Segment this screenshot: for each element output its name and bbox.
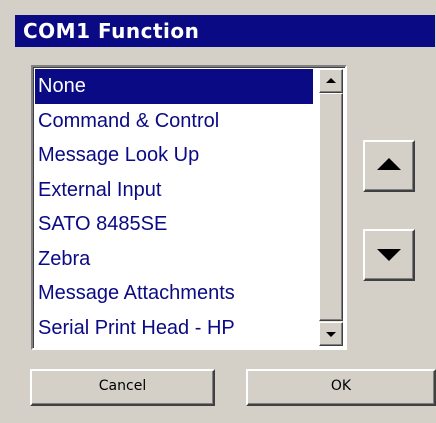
move-down-button[interactable] bbox=[363, 229, 415, 281]
list-item-zebra[interactable]: Zebra bbox=[35, 242, 313, 277]
ok-button[interactable]: OK bbox=[246, 369, 436, 406]
list-item-command-control[interactable]: Command & Control bbox=[35, 104, 313, 139]
triangle-down-icon bbox=[326, 332, 336, 337]
triangle-down-icon bbox=[377, 249, 401, 261]
scroll-thumb[interactable] bbox=[319, 93, 343, 321]
function-listbox[interactable]: None Command & Control Message Look Up E… bbox=[31, 65, 347, 350]
triangle-up-icon bbox=[377, 158, 401, 170]
dialog-title: COM1 Function bbox=[15, 15, 435, 47]
triangle-up-icon bbox=[326, 78, 336, 83]
scroll-up-button[interactable] bbox=[319, 69, 343, 93]
list-item-serial-print-head-hp[interactable]: Serial Print Head - HP bbox=[35, 311, 313, 346]
move-up-button[interactable] bbox=[363, 140, 415, 192]
list-items: None Command & Control Message Look Up E… bbox=[35, 69, 313, 345]
list-item-message-look-up[interactable]: Message Look Up bbox=[35, 138, 313, 173]
list-item-external-input[interactable]: External Input bbox=[35, 173, 313, 208]
com1-function-dialog: COM1 Function None Command & Control Mes… bbox=[0, 0, 436, 423]
list-item-none[interactable]: None bbox=[35, 69, 313, 104]
scroll-down-button[interactable] bbox=[319, 322, 343, 346]
cancel-button[interactable]: Cancel bbox=[30, 369, 215, 406]
list-item-message-attachments[interactable]: Message Attachments bbox=[35, 276, 313, 311]
list-item-sato-8485se[interactable]: SATO 8485SE bbox=[35, 207, 313, 242]
list-scrollbar[interactable] bbox=[319, 69, 343, 346]
